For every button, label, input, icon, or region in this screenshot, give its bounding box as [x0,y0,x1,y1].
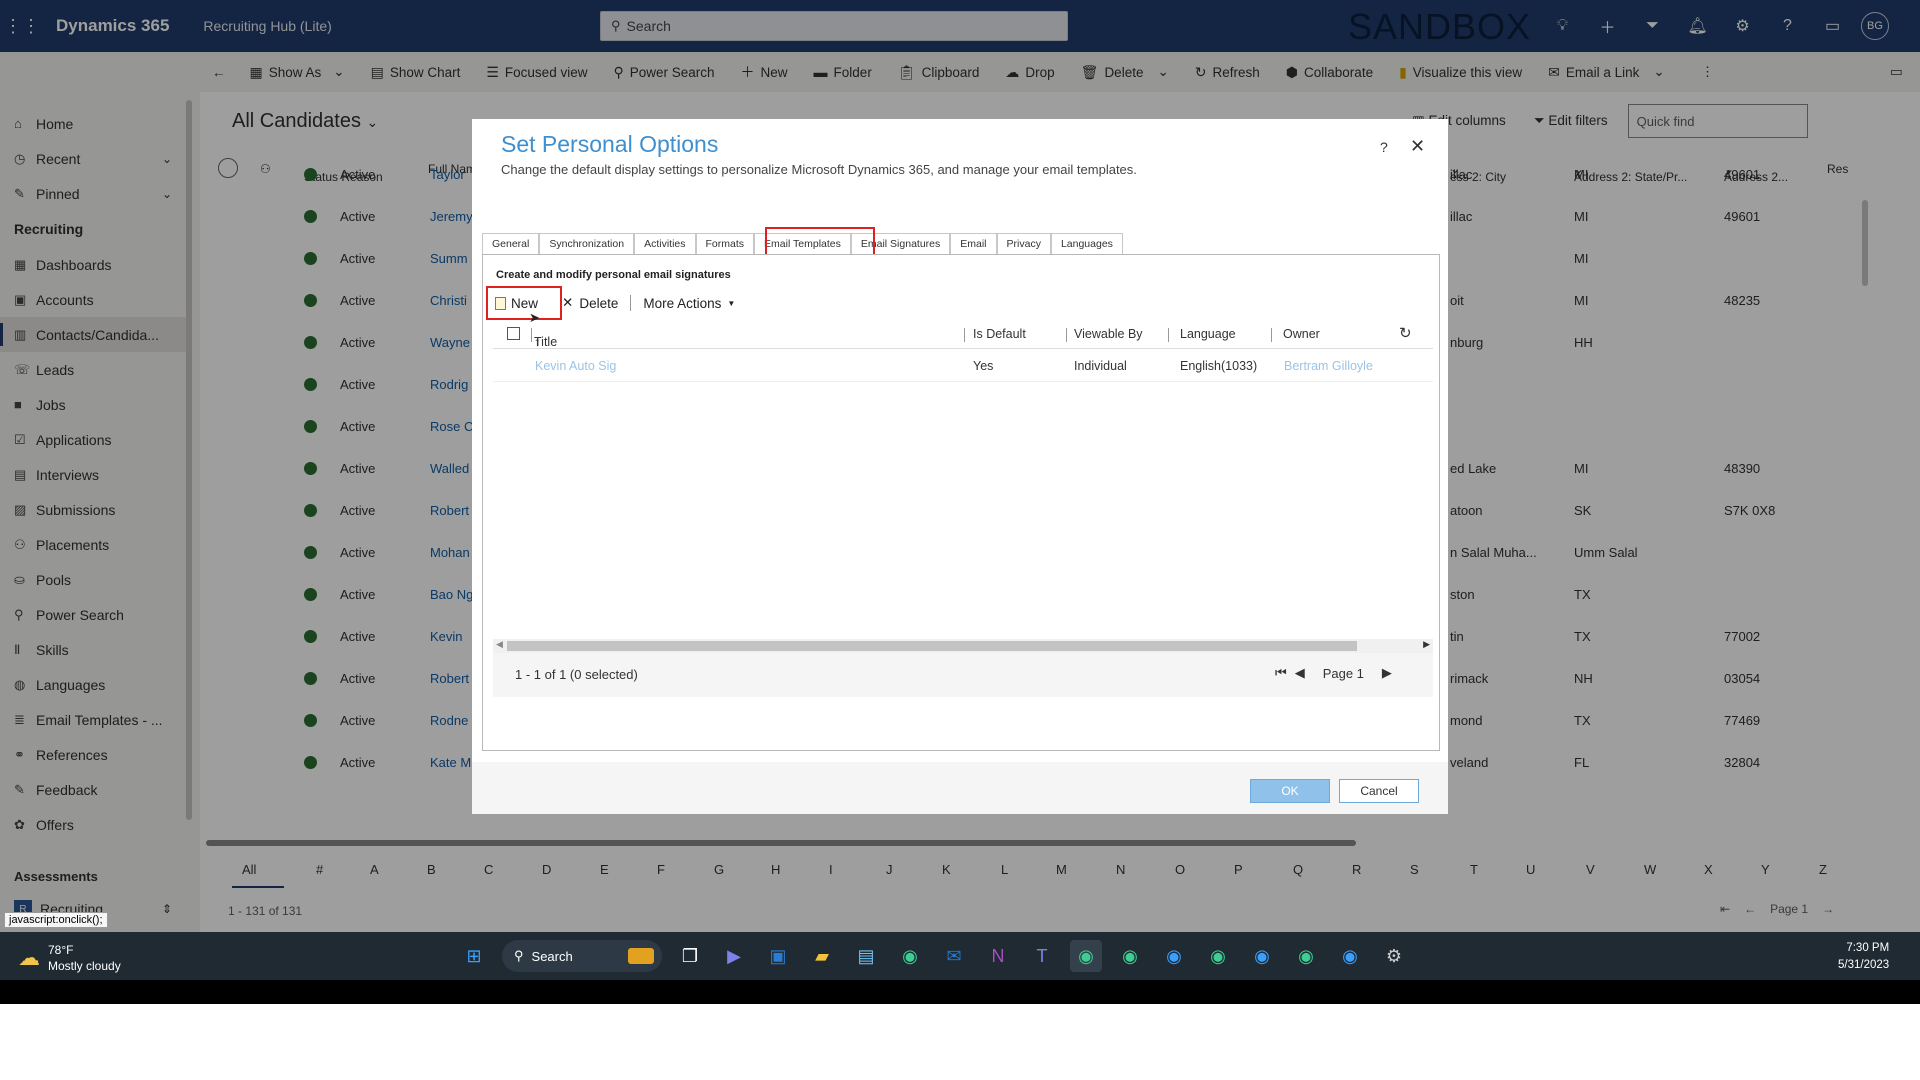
scrollbar-thumb[interactable] [507,641,1357,651]
notepad-icon[interactable]: ▤ [850,940,882,972]
new-highlight-annotation [486,286,562,320]
template-language: English(1033) [1180,359,1258,373]
scroll-left-icon[interactable]: ◀ [496,639,503,650]
template-is-default: Yes [973,359,994,373]
tab-email[interactable]: Email [950,233,997,255]
set-personal-options-dialog: Set Personal Options Change the default … [472,119,1448,814]
close-icon[interactable]: ✕ [1410,136,1425,157]
cancel-button[interactable]: Cancel [1339,779,1419,803]
column-separator [964,328,965,342]
temperature: 78°F [48,943,74,957]
teams-icon[interactable]: T [1026,940,1058,972]
tab-general[interactable]: General [482,233,540,255]
taskbar-search[interactable]: ⚲ Search [502,940,662,972]
chat-icon[interactable]: ▶ [718,940,750,972]
column-separator [1271,328,1272,342]
template-title-link[interactable]: Kevin Auto Sig [535,359,616,373]
col-is-default[interactable]: Is Default [973,327,1026,341]
letterbox-bar [0,980,1920,1004]
start-icon[interactable]: ⊞ [458,940,490,972]
edge-icon[interactable]: ◉ [894,940,926,972]
col-viewable-by[interactable]: Viewable By [1074,327,1143,341]
edge-profile-icon[interactable]: ◉ [1158,940,1190,972]
next-page-icon[interactable]: ▶ [1382,665,1392,681]
column-separator [1168,328,1169,342]
template-viewable-by: Individual [1074,359,1127,373]
search-icon: ⚲ [514,948,524,963]
tab-privacy[interactable]: Privacy [996,233,1051,255]
delete-template-button[interactable]: ✕ Delete [562,295,618,311]
weather-text: Mostly cloudy [48,959,121,973]
caret-down-icon: ▼ [727,298,736,308]
tab-languages[interactable]: Languages [1050,233,1123,255]
cloud-sun-icon: ☁ [18,945,40,970]
templates-footer: 1 - 1 of 1 (0 selected) ⏮ ◀ Page 1 ▶ [493,653,1433,697]
help-icon[interactable]: ? [1380,139,1388,155]
edge-profile-icon[interactable]: ◉ [1114,940,1146,972]
settings-icon[interactable]: ⚙ [1378,940,1410,972]
scroll-right-icon[interactable]: ▶ [1423,639,1430,650]
column-separator [1066,328,1067,342]
search-highlight-icon [628,948,654,964]
toolbar-separator [630,295,632,311]
dialog-title: Set Personal Options [501,131,719,157]
refresh-icon[interactable]: ↻ [1399,324,1412,342]
tab-activities[interactable]: Activities [634,233,696,255]
dialog-subtitle: Change the default display settings to p… [501,162,1137,177]
template-owner-link[interactable]: Bertram Gilloyle [1284,359,1373,373]
col-language[interactable]: Language [1180,327,1236,341]
edge-profile-icon[interactable]: ◉ [1202,940,1234,972]
status-tooltip: javascript:onclick(); [4,912,108,928]
panel-caption: Create and modify personal email signatu… [496,269,731,281]
table-row[interactable]: Kevin Auto Sig Yes Individual English(10… [493,350,1433,382]
edge-profile-icon[interactable]: ◉ [1290,940,1322,972]
page-label: Page 1 [1322,665,1364,681]
onenote-icon[interactable]: N [982,940,1014,972]
templates-record-count: 1 - 1 of 1 (0 selected) [515,667,638,682]
outlook-icon[interactable]: ✉ [938,940,970,972]
clock-date: 5/31/2023 [1838,959,1890,971]
weather-widget[interactable]: ☁ 78°F Mostly cloudy [18,942,121,974]
edge-profile-icon[interactable]: ◉ [1334,940,1366,972]
system-clock[interactable]: 7:30 PM 5/31/2023 [1838,940,1889,974]
templates-horizontal-scrollbar[interactable]: ◀ ▶ [493,639,1433,653]
dialog-footer: OK Cancel [472,762,1448,814]
x-icon: ✕ [562,295,574,310]
templates-grid-header: Title ↑ Is Default Viewable By Language … [493,319,1433,349]
edge-profile-icon[interactable]: ◉ [1070,940,1102,972]
prev-page-icon[interactable]: ◀ [1295,665,1305,681]
column-separator [531,328,532,342]
tab-formats[interactable]: Formats [695,233,755,255]
ok-button[interactable]: OK [1250,779,1330,803]
clock-time: 7:30 PM [1846,942,1890,954]
windows-taskbar: ☁ 78°F Mostly cloudy ⊞ ⚲ Search ❐ ▶ ▣ ▰ … [0,932,1920,980]
col-owner[interactable]: Owner [1283,327,1320,341]
first-page-icon[interactable]: ⏮ [1275,665,1287,681]
email-templates-panel: Create and modify personal email signatu… [482,254,1440,751]
edge-profile-icon[interactable]: ◉ [1246,940,1278,972]
task-view-icon[interactable]: ❐ [674,940,706,972]
tab-synchronization[interactable]: Synchronization [539,233,635,255]
sort-asc-icon: ↑ [534,335,541,349]
select-all-checkbox[interactable] [507,327,520,340]
remote-desktop-icon[interactable]: ▣ [762,940,794,972]
app-window: ⋮⋮ Dynamics 365 Recruiting Hub (Lite) ⚲ … [0,0,1920,1004]
more-actions-button[interactable]: More Actions ▼ [643,296,735,311]
file-explorer-icon[interactable]: ▰ [806,940,838,972]
